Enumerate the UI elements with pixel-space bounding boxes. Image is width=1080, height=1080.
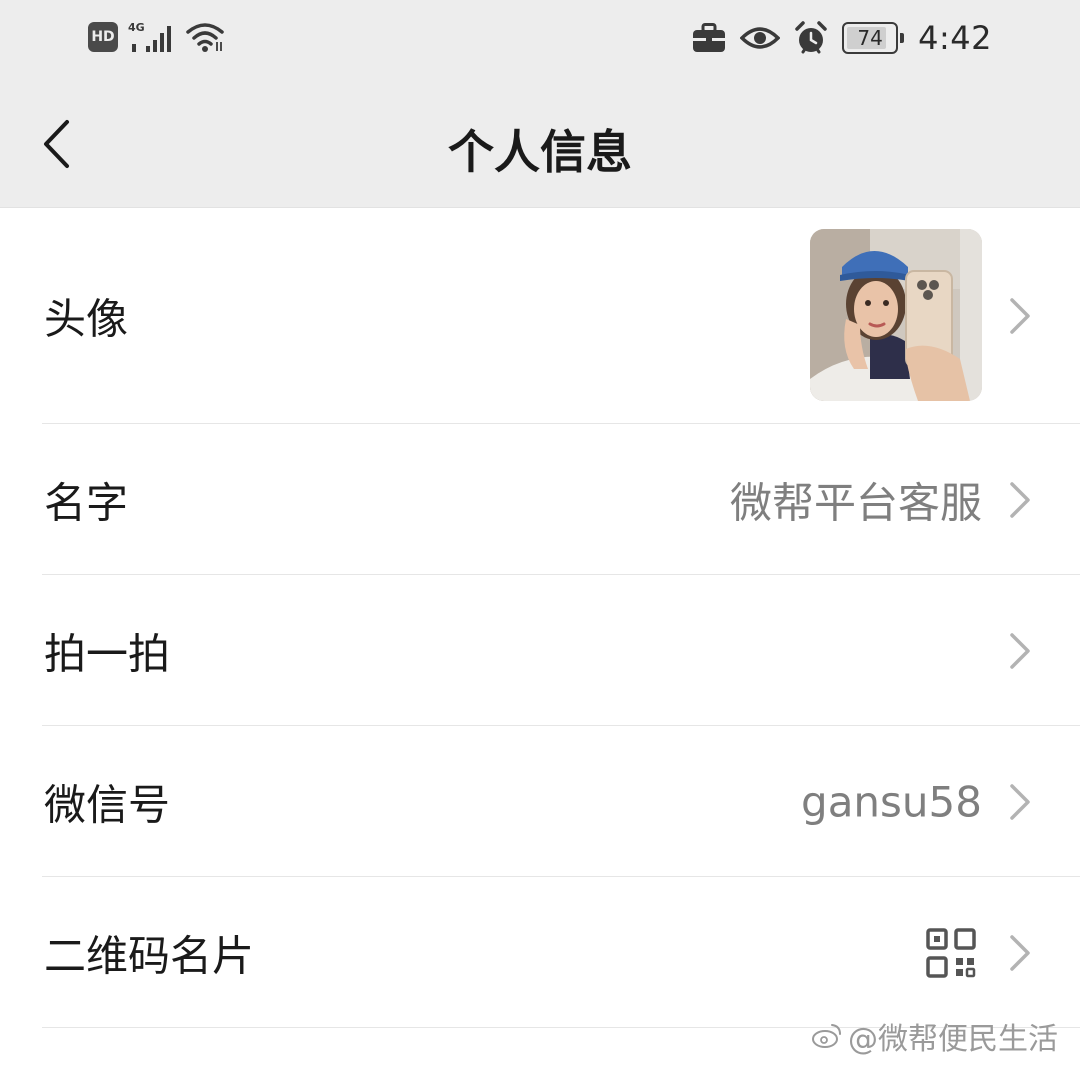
battery-icon: 74 — [842, 22, 905, 54]
weibo-logo-icon — [812, 1024, 841, 1048]
row-qr-card[interactable]: 二维码名片 — [0, 877, 1080, 1028]
chevron-right-icon — [1010, 934, 1030, 971]
row-label-qr-card: 二维码名片 — [44, 931, 255, 980]
eye-icon — [740, 27, 781, 49]
row-label-pat: 拍一拍 — [44, 629, 171, 678]
row-name[interactable]: 名字 微帮平台客服 — [0, 424, 1080, 575]
chevron-right-icon — [1010, 298, 1030, 334]
watermark: @微帮便民生活 — [812, 1014, 1058, 1058]
row-label-avatar: 头像 — [44, 294, 129, 344]
avatar-photo — [810, 229, 982, 401]
row-label-wechat-id: 微信号 — [44, 780, 171, 829]
wechat-id-value: gansu58 — [801, 777, 982, 826]
row-wechat-id[interactable]: 微信号 gansu58 — [0, 726, 1080, 877]
chevron-right-icon — [1010, 632, 1030, 669]
status-time: 4:42 — [918, 19, 992, 57]
name-value: 微帮平台客服 — [729, 478, 982, 527]
signal-icon: 4G — [128, 21, 171, 52]
row-label-name: 名字 — [44, 478, 129, 527]
status-left: HD 4G — [88, 20, 226, 54]
nav-bar: 个人信息 — [0, 90, 1080, 200]
profile-info-list: 头像 名字 微帮平台客服 拍一拍 微信号 gansu58 二维码名片 — [0, 208, 1080, 1028]
top-area: HD 4G 74 4:42 个人信息 — [0, 0, 1080, 208]
chevron-right-icon — [1010, 481, 1030, 518]
avatar[interactable] — [810, 229, 982, 401]
row-avatar[interactable]: 头像 — [0, 208, 1080, 424]
status-right: 74 4:42 — [692, 18, 992, 58]
alarm-icon — [795, 21, 827, 54]
page-title: 个人信息 — [448, 125, 632, 179]
row-pat[interactable]: 拍一拍 — [0, 575, 1080, 726]
battery-level: 74 — [857, 26, 883, 50]
briefcase-icon — [693, 23, 726, 52]
hd-icon: HD — [88, 22, 118, 52]
status-bar: HD 4G 74 4:42 — [0, 0, 1080, 76]
qr-code-icon — [926, 927, 976, 978]
network-type-label: 4G — [128, 21, 145, 34]
chevron-right-icon — [1010, 783, 1030, 820]
wifi-icon — [186, 23, 224, 52]
watermark-text: @微帮便民生活 — [848, 1022, 1058, 1057]
